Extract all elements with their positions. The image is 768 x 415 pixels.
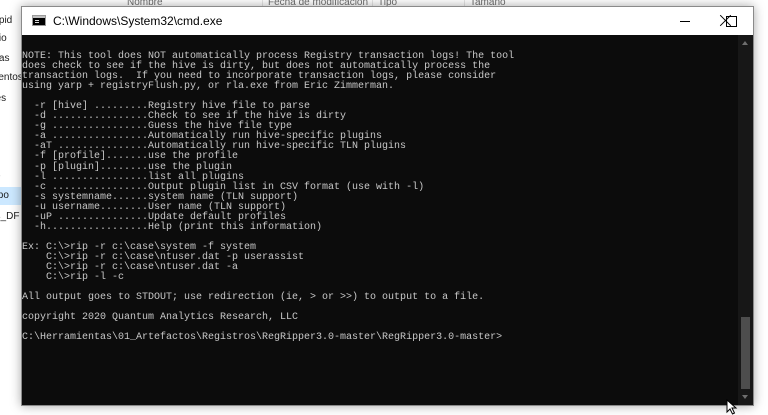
nav-item-label: ve — [0, 168, 1, 186]
cmd-window: C:\Windows\System32\cmd.exe NOTE: This t… — [21, 6, 754, 406]
nav-item-label: mentos — [0, 72, 22, 83]
nav-item-label: rápid — [0, 15, 13, 26]
cmd-titlebar[interactable]: C:\Windows\System32\cmd.exe — [22, 7, 753, 35]
nav-item-label: os_DF — [0, 211, 20, 222]
window-title: C:\Windows\System32\cmd.exe — [53, 14, 223, 28]
vertical-scrollbar[interactable] — [738, 35, 753, 405]
nav-item[interactable]: nes — [0, 90, 22, 108]
nav-item[interactable]: rápid — [0, 12, 22, 30]
cmd-icon[interactable] — [32, 15, 46, 26]
nav-item-label: uipo — [0, 190, 9, 201]
console-line: C:\>rip -r c:\case\ntuser.dat -a — [22, 261, 239, 273]
minimize-button[interactable] — [662, 7, 708, 35]
mouse-cursor-icon — [726, 399, 738, 415]
nav-item-selected[interactable]: uipo — [0, 187, 22, 205]
nav-item[interactable]: orio — [0, 30, 22, 48]
console-line: -f [profile].......use the profile — [22, 151, 239, 163]
nav-item[interactable]: os_DF — [0, 208, 22, 226]
console-output[interactable]: NOTE: This tool does NOT automatically p… — [22, 35, 738, 405]
console-line: -h.................Help (print this info… — [22, 221, 323, 233]
console-line: C:\Herramientas\01_Artefactos\Registros\… — [22, 332, 503, 344]
nav-item-label: nes — [0, 93, 7, 104]
explorer-navigation-pane: rápid orio rgas mentos nes lk o s ve uip… — [0, 10, 22, 415]
close-button[interactable] — [719, 14, 733, 28]
console-line: using yarp + registryFlush.py, or rla.ex… — [22, 81, 395, 93]
console-line: C:\>rip -l -c — [22, 272, 125, 284]
nav-item[interactable]: lk — [0, 109, 22, 127]
nav-item[interactable]: rgas — [0, 50, 22, 68]
scroll-down-icon[interactable] — [738, 390, 753, 405]
nav-item[interactable]: o — [0, 129, 22, 147]
nav-item[interactable]: s — [0, 148, 22, 166]
nav-item-label: orio — [0, 33, 7, 44]
nav-item[interactable]: mentos — [0, 69, 22, 87]
nav-item[interactable]: ve — [0, 168, 22, 186]
console-line: All output goes to STDOUT; use redirecti… — [22, 292, 485, 304]
console-line: copyright 2020 Quantum Analytics Researc… — [22, 312, 299, 324]
scrollbar-thumb[interactable] — [741, 317, 750, 389]
nav-item-label: rgas — [0, 53, 10, 64]
scroll-up-icon[interactable] — [738, 35, 753, 50]
